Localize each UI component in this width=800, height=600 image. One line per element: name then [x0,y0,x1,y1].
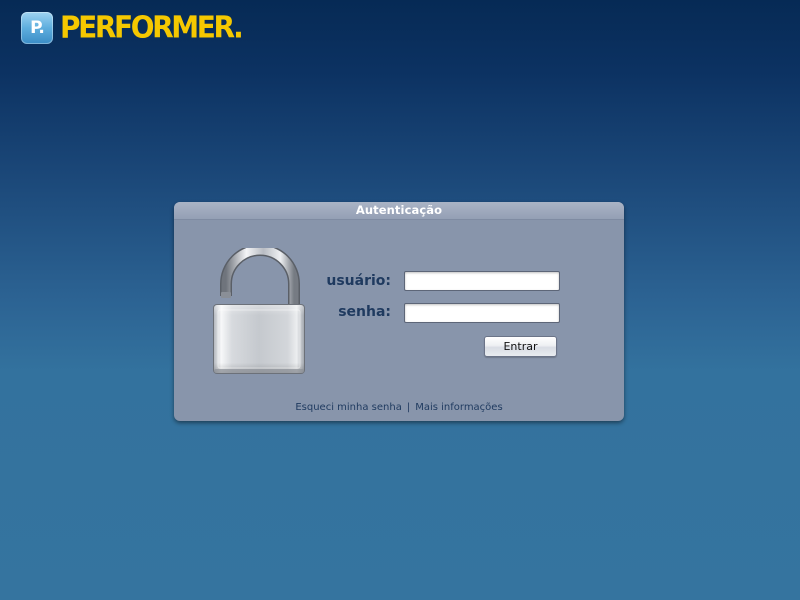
brand-logo: P. PERFORMER. [21,9,244,46]
login-submit-button[interactable]: Entrar [484,336,557,357]
login-links: Esqueci minha senha | Mais informações [174,402,624,413]
login-panel: Autenticação usuário: senha: Entrar Esqu… [174,202,624,421]
login-panel-title: Autenticação [174,202,624,220]
brand-badge-text: P. [30,18,45,38]
password-label: senha: [338,304,391,320]
forgot-password-link[interactable]: Esqueci minha senha [295,402,402,413]
links-separator: | [406,402,411,413]
brand-badge-icon: P. [21,12,53,44]
username-label: usuário: [326,273,391,289]
more-info-link[interactable]: Mais informações [415,402,502,413]
password-input[interactable] [404,303,560,323]
username-input[interactable] [404,271,560,291]
brand-name: PERFORMER. [60,9,244,46]
